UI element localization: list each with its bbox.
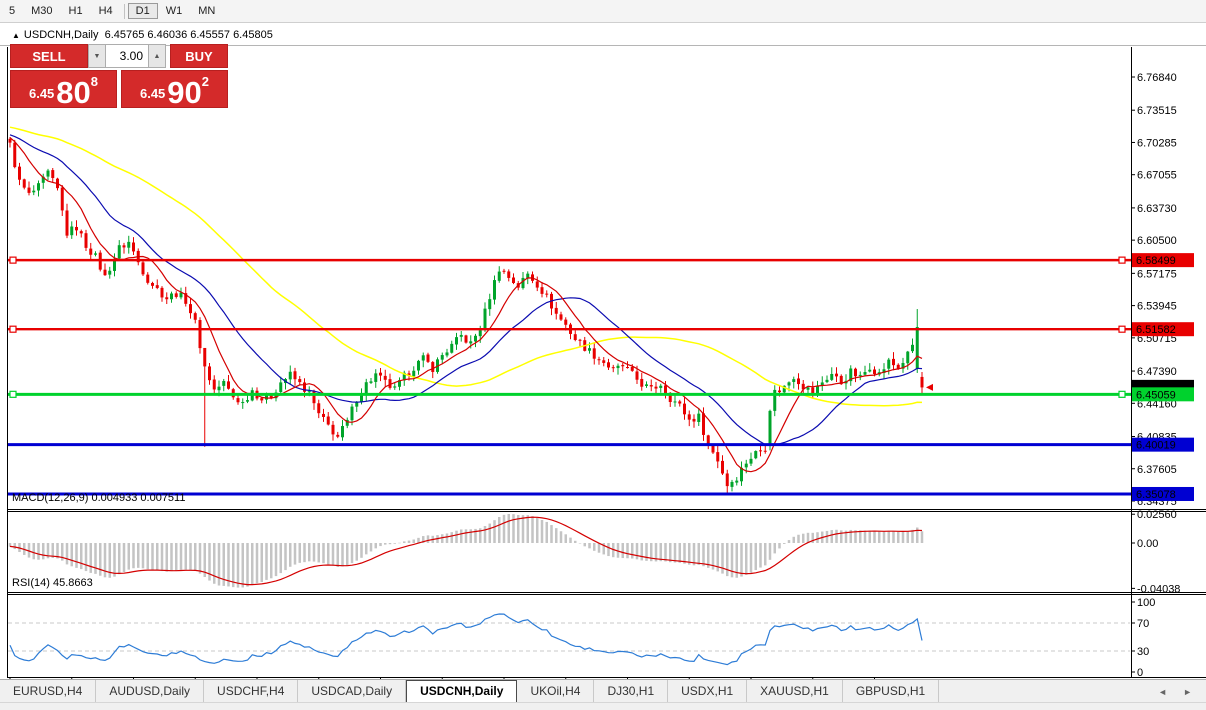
lot-increase-button[interactable]: ▲ [148,44,166,68]
chart-ohlc-values: 6.45765 6.46036 6.45557 6.45805 [105,29,273,41]
up-arrow-icon: ▲ [154,53,161,60]
svg-text:6.45059: 6.45059 [1136,389,1176,401]
sell-button[interactable]: SELL [10,44,88,68]
lot-decrease-button[interactable]: ▼ [88,44,106,68]
svg-text:30: 30 [1137,646,1149,658]
svg-text:6.40019: 6.40019 [1136,440,1176,452]
svg-text:0: 0 [1137,667,1143,679]
buy-price-pip: 2 [202,74,209,89]
tab-eurusd-h4[interactable]: EURUSD,H4 [0,680,96,703]
price-axis[interactable]: 6.76840 6.73515 6.70285 6.67055 6.63730 6.605… [1131,72,1194,679]
svg-text:6.76840: 6.76840 [1137,72,1177,84]
moving-averages-layer [10,127,922,472]
lot-size-input[interactable] [106,44,148,68]
trading-terminal-window: 5M30H1H4 D1W1MN 6.76840 6.73515 6.70285 6.67… [0,0,1206,710]
svg-text:6.47390: 6.47390 [1137,366,1177,378]
svg-text:0.02560: 0.02560 [1137,509,1177,521]
toolbar-separator [124,4,125,19]
svg-text:6.60500: 6.60500 [1137,235,1177,247]
sell-price-prefix: 6.45 [29,86,54,101]
sell-price-big: 80 [56,80,90,105]
buy-button[interactable]: BUY [170,44,228,68]
last-close-arrow-icon [926,384,933,391]
macd-label: MACD(12,26,9) 0.004933 0.007511 [12,492,185,504]
svg-text:70: 70 [1137,618,1149,630]
svg-text:6.63730: 6.63730 [1137,203,1177,215]
timeframe-toolbar: 5M30H1H4 D1W1MN [0,0,1206,23]
svg-text:6.53945: 6.53945 [1137,301,1177,313]
timeframe-button-h1[interactable]: H1 [61,3,91,19]
candles-layer [9,137,924,493]
timeframe-button-5[interactable]: 5 [1,3,23,19]
tab-usdchf-h4[interactable]: USDCHF,H4 [204,680,298,703]
chart-tabs-bar: EURUSD,H4AUDUSD,DailyUSDCHF,H4USDCAD,Dai… [0,679,1206,703]
tab-dj30-h1[interactable]: DJ30,H1 [594,680,668,703]
svg-text:6.57175: 6.57175 [1137,268,1177,280]
svg-text:0.00: 0.00 [1137,538,1158,550]
tab-xauusd-h1[interactable]: XAUUSD,H1 [747,680,843,703]
collapse-arrow-icon: ▲ [12,31,20,40]
svg-text:6.67055: 6.67055 [1137,170,1177,182]
tab-usdcad-daily[interactable]: USDCAD,Daily [298,680,406,703]
window-bottom-edge [0,702,1206,710]
svg-text:-0.04038: -0.04038 [1137,583,1180,595]
rsi-label: RSI(14) 45.8663 [12,577,93,589]
chart-title: ▲ USDCNH,Daily 6.45765 6.46036 6.45557 6.… [12,29,273,41]
buy-price-big: 90 [167,80,201,105]
down-arrow-icon: ▼ [94,53,101,60]
timeframe-button-h4[interactable]: H4 [91,3,121,19]
tab-usdx-h1[interactable]: USDX,H1 [668,680,747,703]
tab-ukoil-h4[interactable]: UKOil,H4 [517,680,594,703]
svg-text:6.70285: 6.70285 [1137,137,1177,149]
sell-price-pip: 8 [91,74,98,89]
timeframe-button-mn[interactable]: MN [190,3,223,19]
timeframe-button-w1[interactable]: W1 [158,3,191,19]
tab-audusd-daily[interactable]: AUDUSD,Daily [96,680,204,703]
tabs-scroll-left-icon[interactable]: ◄ [1158,687,1167,697]
price-chart-svg: 6.76840 6.73515 6.70285 6.67055 6.63730 6.605… [0,22,1206,679]
svg-text:6.37605: 6.37605 [1137,464,1177,476]
svg-text:6.35078: 6.35078 [1136,489,1176,501]
sell-price-box[interactable]: 6.45 80 8 [10,70,117,108]
buy-price-prefix: 6.45 [140,86,165,101]
svg-text:100: 100 [1137,597,1155,609]
tab-gbpusd-h1[interactable]: GBPUSD,H1 [843,680,939,703]
timeframe-button-d1[interactable]: D1 [128,3,158,19]
tab-usdcnh-daily[interactable]: USDCNH,Daily [406,680,517,703]
timeframe-button-m30[interactable]: M30 [23,3,60,19]
svg-text:6.58499: 6.58499 [1136,255,1176,267]
svg-text:6.51582: 6.51582 [1136,324,1176,336]
chart-symbol-label: USDCNH,Daily [24,29,99,41]
tabs-scroll-right-icon[interactable]: ► [1183,687,1192,697]
svg-text:6.73515: 6.73515 [1137,105,1177,117]
buy-price-box[interactable]: 6.45 90 2 [121,70,228,108]
rsi-indicator [8,614,1131,665]
one-click-trading-panel: SELL ▼ ▲ BUY 6.45 80 8 6.45 90 2 [10,44,228,108]
macd-indicator [9,514,924,588]
